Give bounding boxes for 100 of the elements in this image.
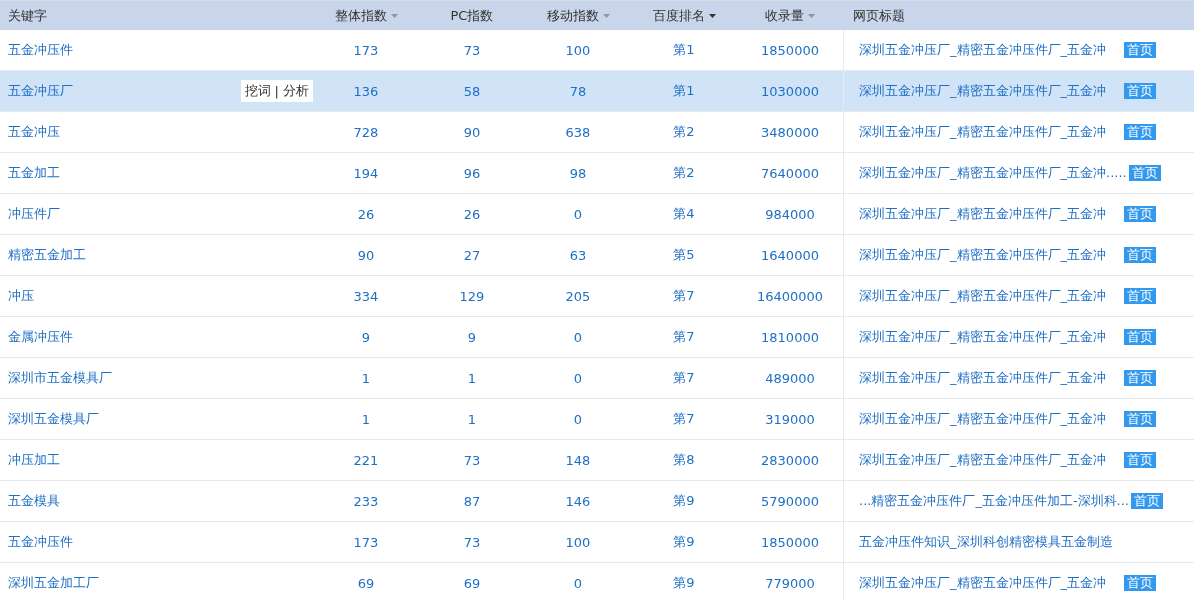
keyword-link[interactable]: 五金冲压: [8, 123, 60, 141]
homepage-badge: 首页: [1124, 206, 1156, 222]
page-title-link[interactable]: ...精密五金冲压件厂_五金冲压件加工-深圳科...: [859, 492, 1129, 510]
table-row[interactable]: 冲压 334 129 205 第7 16400000 深圳五金冲压厂_精密五金冲压件厂_五金冲 首页: [0, 276, 1194, 317]
mobile-index-cell: 0: [573, 329, 583, 345]
mobile-index-cell: 0: [573, 575, 583, 591]
table-row[interactable]: 五金加工 194 96 98 第2 7640000 深圳五金冲压厂_精密五金冲压件厂_五金冲..... 首页: [0, 153, 1194, 194]
table-row[interactable]: 深圳市五金模具厂 1 1 0 第7 489000 深圳五金冲压厂_精密五金冲压件厂_五金冲 首页: [0, 358, 1194, 399]
keyword-link[interactable]: 五金冲压件: [8, 533, 73, 551]
rank-cell: 第4: [673, 205, 695, 223]
homepage-badge: 首页: [1124, 329, 1156, 345]
page-title-link[interactable]: 深圳五金冲压厂_精密五金冲压件厂_五金冲: [859, 123, 1122, 141]
overall-index-cell: 26: [357, 206, 375, 222]
rank-cell: 第7: [673, 287, 695, 305]
indexed-count-cell: 3480000: [761, 124, 819, 140]
homepage-badge: 首页: [1128, 165, 1161, 181]
indexed-count-cell: 1850000: [761, 42, 819, 58]
page-title-link[interactable]: 深圳五金冲压厂_精密五金冲压件厂_五金冲: [859, 205, 1122, 223]
indexed-count-cell: 1640000: [761, 247, 819, 263]
keyword-link[interactable]: 深圳五金模具厂: [8, 410, 99, 428]
overall-index-cell: 334: [353, 288, 379, 304]
rank-cell: 第9: [673, 533, 695, 551]
pc-index-cell: 73: [463, 452, 481, 468]
table-row[interactable]: 五金模具 233 87 146 第9 5790000 ...精密五金冲压件厂_五金冲压件加工-深圳科... 首页: [0, 481, 1194, 522]
indexed-count-cell: 7640000: [761, 165, 819, 181]
table-row[interactable]: 冲压件厂 26 26 0 第4 984000 深圳五金冲压厂_精密五金冲压件厂_五金冲 首页: [0, 194, 1194, 235]
pc-index-cell: 96: [463, 165, 481, 181]
column-header[interactable]: 收录量: [765, 6, 815, 25]
indexed-count-cell: 5790000: [761, 493, 819, 509]
rank-cell: 第9: [673, 492, 695, 510]
rank-cell: 第7: [673, 410, 695, 428]
table-row[interactable]: 金属冲压件 9 9 0 第7 1810000 深圳五金冲压厂_精密五金冲压件厂_五金冲 首页: [0, 317, 1194, 358]
mobile-index-cell: 0: [573, 206, 583, 222]
page-title-link[interactable]: 深圳五金冲压厂_精密五金冲压件厂_五金冲: [859, 82, 1122, 100]
keyword-link[interactable]: 五金模具: [8, 492, 60, 510]
homepage-badge: 首页: [1124, 411, 1156, 427]
table-row[interactable]: 冲压加工 221 73 148 第8 2830000 深圳五金冲压厂_精密五金冲压件厂_五金冲 首页: [0, 440, 1194, 481]
keyword-link[interactable]: 五金冲压件: [8, 41, 73, 59]
mobile-index-cell: 100: [565, 42, 591, 58]
page-title-link[interactable]: 深圳五金冲压厂_精密五金冲压件厂_五金冲: [859, 328, 1122, 346]
rank-cell: 第2: [673, 164, 695, 182]
mobile-index-cell: 98: [569, 165, 587, 181]
column-header[interactable]: 百度排名: [652, 6, 716, 25]
page-title-link[interactable]: 深圳五金冲压厂_精密五金冲压件厂_五金冲: [859, 451, 1122, 469]
homepage-badge: 首页: [1124, 370, 1156, 386]
overall-index-cell: 233: [353, 493, 379, 509]
column-header[interactable]: 移动指数: [546, 6, 610, 25]
pc-index-cell: 73: [463, 42, 481, 58]
indexed-count-cell: 1030000: [761, 83, 819, 99]
table-row[interactable]: 五金冲压件 173 73 100 第1 1850000 深圳五金冲压厂_精密五金冲压件厂_五金冲 首页: [0, 30, 1194, 71]
rank-cell: 第5: [673, 246, 695, 264]
column-header[interactable]: 整体指数: [334, 6, 398, 25]
page-title-link[interactable]: 深圳五金冲压厂_精密五金冲压件厂_五金冲: [859, 287, 1122, 305]
keyword-link[interactable]: 冲压: [8, 287, 34, 305]
keyword-link[interactable]: 冲压加工: [8, 451, 60, 469]
pc-index-cell: 1: [467, 411, 477, 427]
mobile-index-cell: 100: [565, 534, 591, 550]
mobile-index-cell: 148: [565, 452, 591, 468]
keyword-link[interactable]: 深圳市五金模具厂: [8, 369, 112, 387]
overall-index-cell: 221: [353, 452, 379, 468]
mobile-index-cell: 205: [565, 288, 591, 304]
table-row[interactable]: 五金冲压厂 挖词 | 分析 136 58 78 第1 1030000 深圳五金冲压厂_精密五金冲压件厂_五金冲 首页: [0, 71, 1194, 112]
homepage-badge: 首页: [1124, 452, 1156, 468]
mine-words-link[interactable]: 挖词: [244, 82, 271, 100]
table-row[interactable]: 精密五金加工 90 27 63 第5 1640000 深圳五金冲压厂_精密五金冲压件厂_五金冲 首页: [0, 235, 1194, 276]
keyword-link[interactable]: 精密五金加工: [8, 246, 86, 264]
page-title-link[interactable]: 深圳五金冲压厂_精密五金冲压件厂_五金冲: [859, 246, 1122, 264]
mobile-index-cell: 638: [565, 124, 591, 140]
pc-index-cell: 9: [467, 329, 477, 345]
overall-index-cell: 69: [357, 575, 375, 591]
table-row[interactable]: 五金冲压件 173 73 100 第9 1850000 五金冲压件知识_深圳科创精密模具五金制造: [0, 522, 1194, 563]
homepage-badge: 首页: [1124, 288, 1156, 304]
homepage-badge: 首页: [1124, 83, 1156, 99]
table-row[interactable]: 五金冲压 728 90 638 第2 3480000 深圳五金冲压厂_精密五金冲压件厂_五金冲 首页: [0, 112, 1194, 153]
indexed-count-cell: 16400000: [756, 288, 824, 304]
page-title-link[interactable]: 深圳五金冲压厂_精密五金冲压件厂_五金冲: [859, 410, 1122, 428]
analyze-link[interactable]: 分析: [283, 82, 309, 100]
overall-index-cell: 728: [353, 124, 379, 140]
keyword-link[interactable]: 深圳五金加工厂: [8, 574, 99, 592]
page-title-link[interactable]: 深圳五金冲压厂_精密五金冲压件厂_五金冲.....: [859, 164, 1127, 182]
overall-index-cell: 173: [353, 42, 379, 58]
table-row[interactable]: 深圳五金模具厂 1 1 0 第7 319000 深圳五金冲压厂_精密五金冲压件厂_五金冲 首页: [0, 399, 1194, 440]
keyword-link[interactable]: 冲压件厂: [8, 205, 60, 223]
mobile-index-cell: 146: [565, 493, 591, 509]
rank-cell: 第7: [673, 328, 695, 346]
keyword-link[interactable]: 五金冲压厂: [8, 82, 73, 100]
indexed-count-cell: 489000: [765, 370, 815, 386]
keyword-link[interactable]: 金属冲压件: [8, 328, 73, 346]
pc-index-cell: 90: [463, 124, 481, 140]
overall-index-cell: 90: [357, 247, 375, 263]
mobile-index-cell: 63: [569, 247, 587, 263]
page-title-link[interactable]: 五金冲压件知识_深圳科创精密模具五金制造: [859, 533, 1122, 551]
indexed-count-cell: 1850000: [761, 534, 819, 550]
page-title-link[interactable]: 深圳五金冲压厂_精密五金冲压件厂_五金冲: [859, 574, 1122, 592]
keyword-link[interactable]: 五金加工: [8, 164, 60, 182]
homepage-badge: 首页: [1124, 124, 1156, 140]
page-title-link[interactable]: 深圳五金冲压厂_精密五金冲压件厂_五金冲: [859, 369, 1122, 387]
rank-cell: 第9: [673, 574, 695, 592]
page-title-link[interactable]: 深圳五金冲压厂_精密五金冲压件厂_五金冲: [859, 41, 1122, 59]
separator-text: |: [274, 83, 279, 99]
